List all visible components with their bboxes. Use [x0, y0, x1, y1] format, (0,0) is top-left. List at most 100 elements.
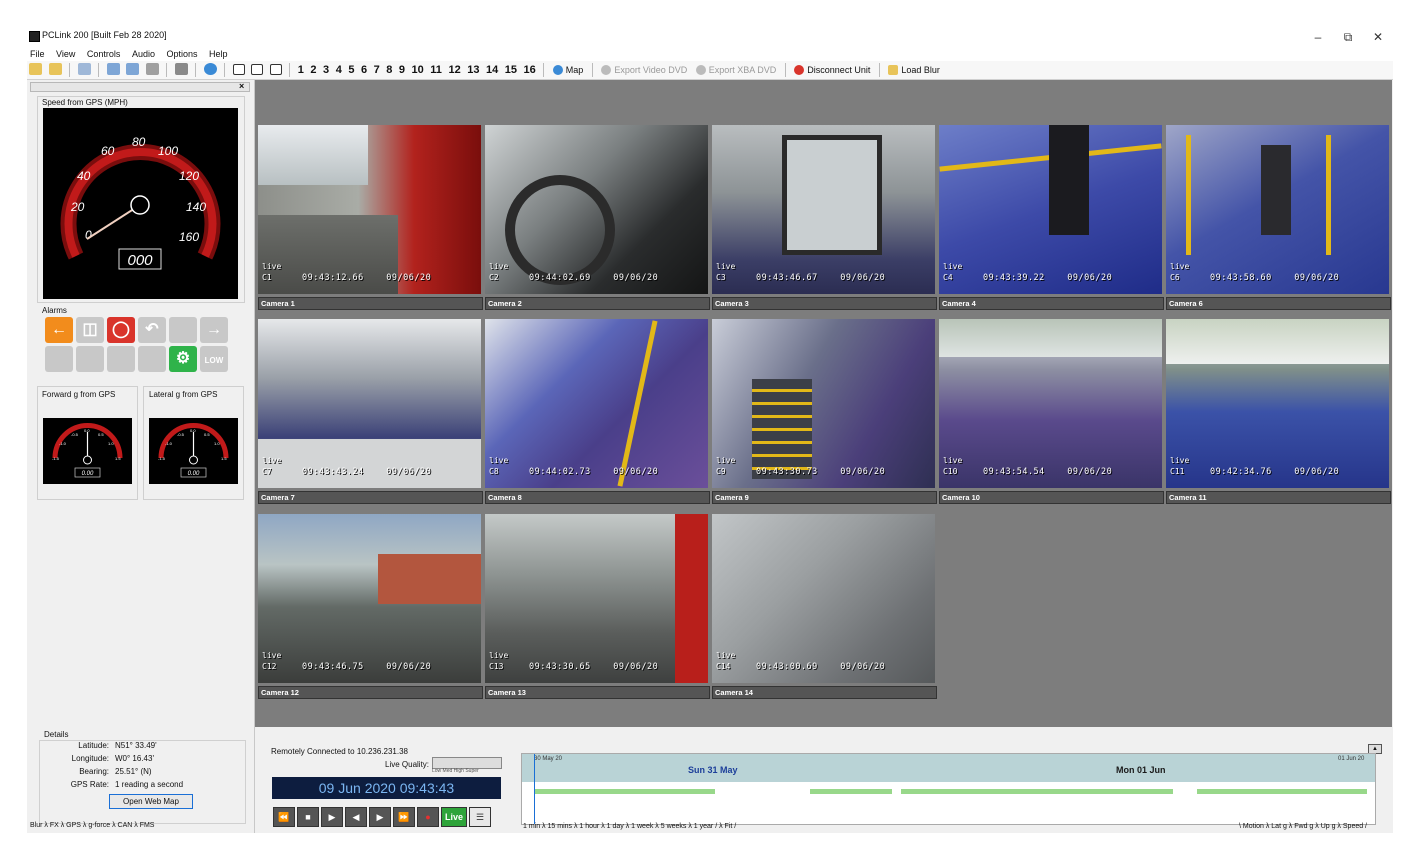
camera-time: 09:43:54.54	[983, 467, 1045, 477]
map-button[interactable]: Map	[550, 62, 587, 78]
open-web-map-button[interactable]: Open Web Map	[109, 794, 193, 809]
quad-view-icon[interactable]	[251, 64, 264, 75]
layout-10-button[interactable]: 10	[410, 62, 426, 78]
alarm-slot-icon[interactable]	[138, 346, 166, 372]
layout-3-button[interactable]: 3	[321, 62, 331, 78]
load-blur-button[interactable]: Load Blur	[885, 62, 943, 78]
minimize-button[interactable]: –	[1303, 27, 1333, 47]
layout-5-button[interactable]: 5	[346, 62, 356, 78]
right-indicator-icon[interactable]: →	[200, 317, 228, 343]
print-icon[interactable]	[174, 63, 188, 75]
camera-timestamp: 09:43:30.65 09/06/20	[529, 662, 658, 672]
graph-tabs[interactable]: \ Motion λ Lat g λ Fwd g λ Up g λ Speed …	[1239, 823, 1367, 830]
single-view-icon[interactable]	[232, 64, 245, 75]
snapshot-icon[interactable]	[145, 63, 159, 75]
globe-icon[interactable]	[203, 63, 217, 75]
layout-14-button[interactable]: 14	[484, 62, 500, 78]
step-forward-button[interactable]: ▶	[369, 807, 391, 827]
camera-label: Camera 10	[939, 491, 1164, 504]
record-button[interactable]: ●	[417, 807, 439, 827]
step-back-button[interactable]: ◀	[345, 807, 367, 827]
camera-tile-2[interactable]: live C2 09:44:02.69 09/06/20	[485, 125, 708, 294]
open-folder-icon[interactable]	[29, 63, 42, 75]
menu-help[interactable]: Help	[209, 47, 228, 61]
camera-tile-7[interactable]: live C7 09:43:43.24 09/06/20	[258, 319, 481, 488]
left-panel-tabs[interactable]: Blur λ FX λ GPS λ g-force λ CAN λ FMS	[30, 822, 230, 832]
fast-forward-button[interactable]: ⏩	[393, 807, 415, 827]
camera-date: 09/06/20	[840, 662, 886, 672]
zoom-tabs[interactable]: 1 min λ 15 mins λ 1 hour λ 1 day λ 1 wee…	[523, 823, 736, 830]
layout-7-button[interactable]: 7	[372, 62, 382, 78]
camera-tile-1[interactable]: live C1 09:43:12.66 09/06/20	[258, 125, 481, 294]
menu-audio[interactable]: Audio	[132, 47, 155, 61]
camera-tile-4[interactable]: live C4 09:43:39.22 09/06/20	[939, 125, 1162, 294]
layout-11-button[interactable]: 11	[428, 62, 444, 78]
menu-file[interactable]: File	[30, 47, 45, 61]
camera-tile-3[interactable]: live C3 09:43:46.67 09/06/20	[712, 125, 935, 294]
speed-label: Speed from GPS (MPH)	[41, 98, 129, 107]
camera-tile-10[interactable]: live C10 09:43:54.54 09/06/20	[939, 319, 1162, 488]
layout-1-button[interactable]: 1	[296, 62, 306, 78]
menu-view[interactable]: View	[56, 47, 75, 61]
panel-close-icon[interactable]: ×	[239, 81, 244, 91]
copy-icon[interactable]	[106, 63, 120, 75]
camera-timestamp: 09:44:02.73 09/06/20	[529, 467, 658, 477]
layout-4-button[interactable]: 4	[334, 62, 344, 78]
connection-status: Remotely Connected to 10.236.231.38	[271, 747, 408, 756]
camera-time: 09:42:34.76	[1210, 467, 1272, 477]
engine-icon[interactable]: ⚙	[169, 346, 197, 372]
stop-icon[interactable]: ◯	[107, 317, 135, 343]
camera-tile-6[interactable]: live C6 09:43:58.60 09/06/20	[1166, 125, 1389, 294]
camera-label: Camera 6	[1166, 297, 1391, 310]
save-folder-icon[interactable]	[48, 63, 62, 75]
layout-13-button[interactable]: 13	[465, 62, 481, 78]
rewind-button[interactable]: ⏪	[273, 807, 295, 827]
layout-2-button[interactable]: 2	[308, 62, 318, 78]
properties-icon[interactable]	[77, 63, 91, 75]
play-button[interactable]: ▶	[321, 807, 343, 827]
alarm-slot-icon[interactable]	[107, 346, 135, 372]
close-button[interactable]: ✕	[1363, 27, 1393, 47]
live-button[interactable]: Live	[441, 807, 467, 827]
camera-tile-9[interactable]: live C9 09:43:30.73 09/06/20	[712, 319, 935, 488]
layout-9-button[interactable]: 9	[397, 62, 407, 78]
layout-6-button[interactable]: 6	[359, 62, 369, 78]
camera-tile-14[interactable]: live C14 09:43:00.69 09/06/20	[712, 514, 935, 683]
layout-16-button[interactable]: 16	[522, 62, 538, 78]
disconnect-unit-button[interactable]: Disconnect Unit	[791, 62, 873, 78]
restore-button[interactable]: ⧉	[1333, 27, 1363, 47]
alarm-slot-icon[interactable]	[45, 346, 73, 372]
g-tick-1-0: 1.0	[214, 441, 220, 446]
toolbar-separator	[195, 63, 197, 77]
left-indicator-icon[interactable]: ←	[45, 317, 73, 343]
grid-view-icon[interactable]	[269, 64, 282, 75]
camera-date: 09/06/20	[613, 662, 659, 672]
stop-button[interactable]: ■	[297, 807, 319, 827]
menu-options[interactable]: Options	[166, 47, 197, 61]
disc-icon	[695, 64, 706, 75]
export-video-dvd-button[interactable]: Export Video DVD	[598, 62, 690, 78]
list-icon[interactable]: ☰	[469, 807, 491, 827]
timeline[interactable]: 30 May 20 01 Jun 20 Sun 31 May Mon 01 Ju…	[521, 753, 1376, 825]
playback-panel: Remotely Connected to 10.236.231.38 Live…	[255, 727, 1392, 833]
camera-tile-12[interactable]: live C12 09:43:46.75 09/06/20	[258, 514, 481, 683]
g-tick-minus-1-0: -1.0	[59, 441, 67, 446]
layout-12-button[interactable]: 12	[446, 62, 462, 78]
camera-tile-13[interactable]: live C13 09:43:30.65 09/06/20	[485, 514, 708, 683]
copy-all-icon[interactable]	[126, 63, 140, 75]
alarm-slot-icon[interactable]	[76, 346, 104, 372]
export-xba-dvd-button[interactable]: Export XBA DVD	[693, 62, 780, 78]
layout-15-button[interactable]: 15	[503, 62, 519, 78]
g-hub	[83, 455, 92, 465]
reverse-icon[interactable]: ↶	[138, 317, 166, 343]
brake-icon[interactable]: ◫	[76, 317, 104, 343]
alarm-slot-icon[interactable]	[169, 317, 197, 343]
menu-controls[interactable]: Controls	[87, 47, 121, 61]
camera-tile-11[interactable]: live C11 09:42:34.76 09/06/20	[1166, 319, 1389, 488]
layout-8-button[interactable]: 8	[384, 62, 394, 78]
toolbar-separator	[591, 63, 593, 77]
toolbar-separator	[69, 63, 71, 77]
camera-time: 09:43:00.69	[756, 662, 818, 672]
camera-tile-8[interactable]: live C8 09:44:02.73 09/06/20	[485, 319, 708, 488]
low-fuel-icon[interactable]: LOW	[200, 346, 228, 372]
